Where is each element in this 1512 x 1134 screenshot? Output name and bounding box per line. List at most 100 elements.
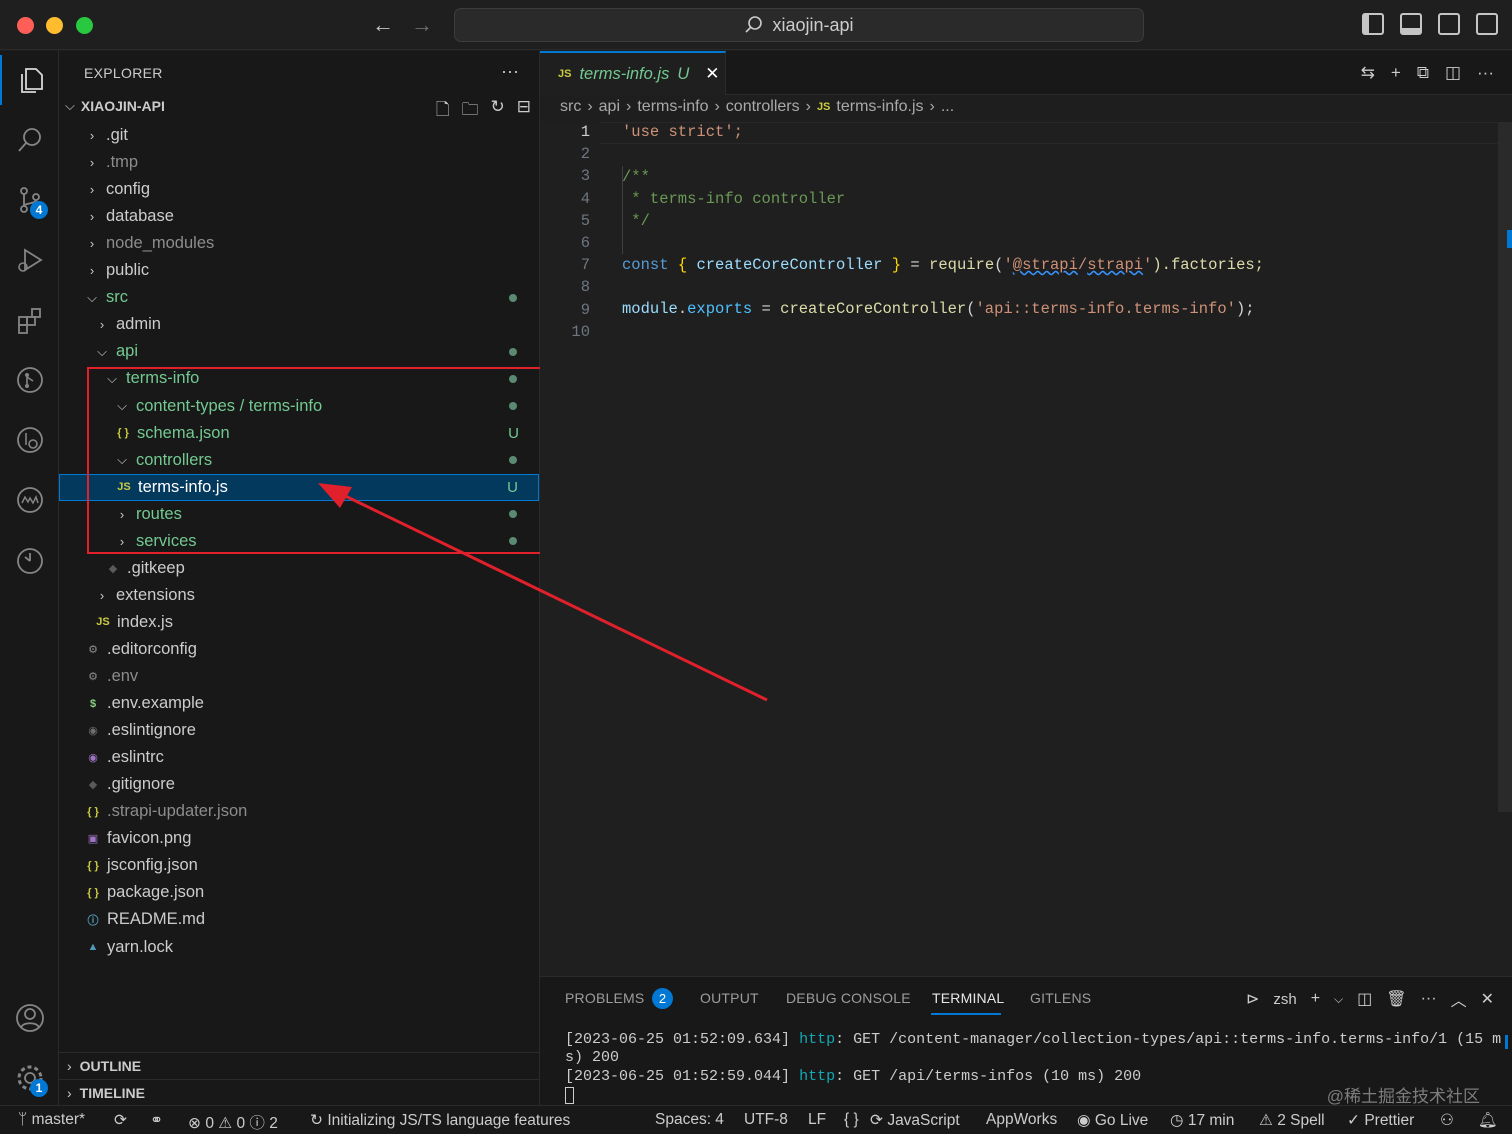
tree-file[interactable]: ⚙ .env <box>59 663 539 690</box>
breadcrumb-file[interactable]: terms-info.js <box>836 98 923 116</box>
tree-folder[interactable]: ⌵ content-types / terms-info <box>59 393 539 420</box>
notifications-bell-icon[interactable]: 🔔︎ <box>1478 1111 1498 1130</box>
explorer-activity[interactable] <box>0 55 59 105</box>
sync-icon[interactable]: ⟳ <box>114 1111 127 1130</box>
breadcrumb-controllers[interactable]: controllers <box>726 98 800 116</box>
split-editor-icon[interactable]: ◫ <box>1445 63 1461 83</box>
appworks-status[interactable]: AppWorks <box>986 1111 1057 1129</box>
breadcrumb-src[interactable]: src <box>560 98 581 116</box>
timer-status[interactable]: ◷ 17 min <box>1170 1111 1234 1130</box>
tree-file[interactable]: ⚙ .editorconfig <box>59 636 539 663</box>
tree-folder[interactable]: › admin <box>59 311 539 338</box>
tree-file[interactable]: ◉ .eslintignore <box>59 717 539 744</box>
go-live-status[interactable]: ◉ Go Live <box>1077 1111 1148 1130</box>
run-debug-activity[interactable] <box>0 235 59 285</box>
chevron-down-icon[interactable]: ⌵ <box>1334 992 1343 1007</box>
tree-file[interactable]: ◆ .gitignore <box>59 771 539 798</box>
tree-file[interactable]: ⓘ README.md <box>59 906 539 933</box>
split-terminal-icon[interactable]: ◫ <box>1357 989 1372 1009</box>
editor-scrollbar[interactable] <box>1498 122 1512 812</box>
eol-status[interactable]: LF <box>808 1111 826 1129</box>
tab-gitlens[interactable]: GITLENS <box>1030 990 1091 1006</box>
new-terminal-icon[interactable]: + <box>1311 990 1320 1008</box>
more-actions-icon[interactable]: ··· <box>1421 990 1437 1008</box>
tree-file[interactable]: JS index.js <box>59 609 539 636</box>
breadcrumb-terms-info[interactable]: terms-info <box>637 98 708 116</box>
outline-section[interactable]: › OUTLINE <box>59 1052 539 1079</box>
workspace-root[interactable]: ⌵ XIAOJIN-API <box>65 98 165 114</box>
toggle-panel-icon[interactable] <box>1400 13 1422 35</box>
timeline-activity[interactable] <box>0 535 59 585</box>
breadcrumb-symbols[interactable]: ... <box>941 98 954 116</box>
tree-file[interactable]: ▲ yarn.lock <box>59 934 539 961</box>
extensions-activity[interactable] <box>0 295 59 345</box>
source-control-activity[interactable]: 4 <box>0 175 59 225</box>
language-mode-status[interactable]: ⟳ JavaScript <box>870 1111 960 1130</box>
language-service-status[interactable]: ↻ Initializing JS/TS language features <box>310 1111 570 1130</box>
forward-arrow-icon[interactable]: → <box>411 12 433 38</box>
tree-folder[interactable]: › extensions <box>59 582 539 609</box>
tree-folder[interactable]: ⌵ src <box>59 284 539 311</box>
manage-activity[interactable]: 1 <box>0 1053 59 1103</box>
spell-status[interactable]: ⚠ 2 Spell <box>1259 1111 1325 1130</box>
close-window-button[interactable] <box>17 17 34 34</box>
terminal-shell-label[interactable]: zsh <box>1273 991 1296 1008</box>
prettier-status[interactable]: ✓ Prettier <box>1347 1111 1414 1130</box>
tab-terminal[interactable]: TERMINAL <box>932 990 1004 1006</box>
tree-file[interactable]: JS terms-info.js U <box>59 473 539 501</box>
search-activity[interactable] <box>0 115 59 165</box>
add-icon[interactable]: + <box>1391 63 1401 83</box>
tree-file[interactable]: { } package.json <box>59 879 539 906</box>
timeline-section[interactable]: › TIMELINE <box>59 1079 539 1106</box>
trash-icon[interactable]: 🗑 <box>1386 989 1406 1009</box>
close-icon[interactable]: ✕ <box>705 64 719 84</box>
indentation-status[interactable]: Spaces: 4 <box>655 1111 724 1129</box>
maximize-panel-icon[interactable]: ︿ <box>1451 987 1467 1011</box>
tree-folder[interactable]: ⌵ api <box>59 338 539 365</box>
more-actions-icon[interactable]: ··· <box>501 61 519 82</box>
tree-file[interactable]: { } .strapi-updater.json <box>59 798 539 825</box>
customize-layout-icon[interactable] <box>1476 13 1498 35</box>
tree-folder[interactable]: › database <box>59 203 539 230</box>
gitlens-activity[interactable] <box>0 355 59 405</box>
code-editor[interactable]: 1 2 3 4 5 6 7 8 9 10 'use strict'; /** * terms-in… <box>540 122 1512 976</box>
breadcrumb-api[interactable]: api <box>599 98 620 116</box>
tab-debug-console[interactable]: DEBUG CONSOLE <box>786 990 911 1006</box>
close-panel-icon[interactable]: ✕ <box>1481 989 1494 1009</box>
tree-folder[interactable]: › .tmp <box>59 149 539 176</box>
tree-folder[interactable]: ⌵ terms-info <box>59 365 539 392</box>
accounts-activity[interactable] <box>0 993 59 1043</box>
tree-file[interactable]: { } jsconfig.json <box>59 852 539 879</box>
branch-status[interactable]: ᛘ master* <box>18 1111 85 1129</box>
minimize-window-button[interactable] <box>46 17 63 34</box>
compare-changes-icon[interactable]: ⇆ <box>1361 63 1375 83</box>
git-graph-icon[interactable]: ⚭ <box>150 1111 163 1130</box>
tab-problems[interactable]: PROBLEMS <box>565 990 644 1006</box>
tree-folder[interactable]: › routes <box>59 501 539 528</box>
tab-terms-info-js[interactable]: JS terms-info.js U ✕ <box>540 51 726 95</box>
tree-file[interactable]: ◉ .eslintrc <box>59 744 539 771</box>
tree-file[interactable]: $ .env.example <box>59 690 539 717</box>
problems-status[interactable]: ⊗ 0 ⚠ 0 ⓘ 2 <box>188 1111 278 1133</box>
tree-folder[interactable]: › config <box>59 176 539 203</box>
gitlens-inspect-activity[interactable] <box>0 415 59 465</box>
tree-folder[interactable]: › .git <box>59 122 539 149</box>
zoom-window-button[interactable] <box>76 17 93 34</box>
command-center-search[interactable]: xiaojin-api <box>454 8 1144 42</box>
tree-file[interactable]: ▣ favicon.png <box>59 825 539 852</box>
tree-folder[interactable]: › node_modules <box>59 230 539 257</box>
appworks-activity[interactable] <box>0 475 59 525</box>
tree-folder[interactable]: › public <box>59 257 539 284</box>
toggle-primary-sidebar-icon[interactable] <box>1362 13 1384 35</box>
tree-folder[interactable]: ⌵ controllers <box>59 447 539 474</box>
tree-file[interactable]: { } schema.json U <box>59 420 539 447</box>
back-arrow-icon[interactable]: ← <box>372 12 394 38</box>
encoding-status[interactable]: UTF-8 <box>744 1111 788 1129</box>
tree-file[interactable]: ◆ .gitkeep <box>59 555 539 582</box>
tab-output[interactable]: OUTPUT <box>700 990 759 1006</box>
braces-icon[interactable]: { } <box>844 1111 859 1129</box>
open-preview-icon[interactable]: ⧉ <box>1417 63 1429 83</box>
tree-folder[interactable]: › services <box>59 528 539 555</box>
feedback-icon[interactable]: ⚇ <box>1440 1111 1454 1130</box>
more-actions-icon[interactable]: ··· <box>1477 63 1494 83</box>
